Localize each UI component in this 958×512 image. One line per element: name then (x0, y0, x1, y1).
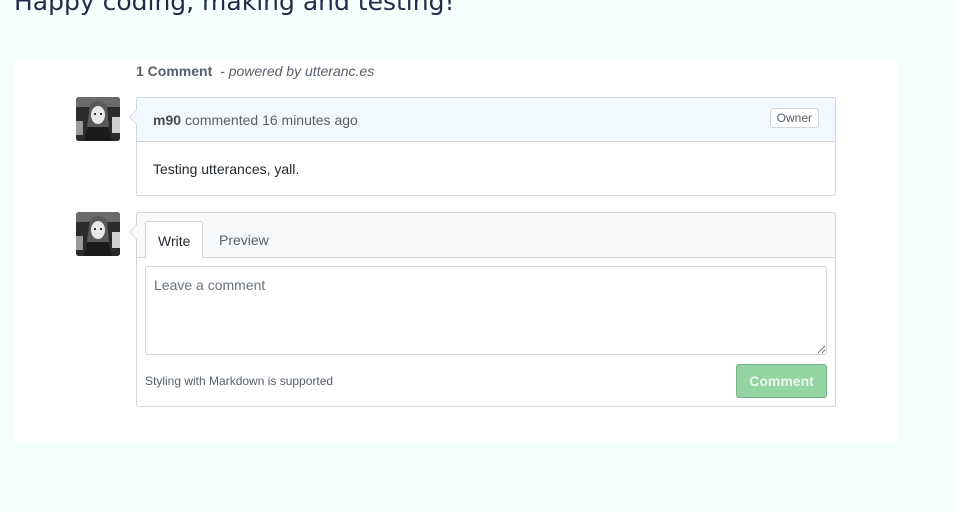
commenter-avatar[interactable] (76, 97, 120, 141)
compose-tabs: Write Preview (137, 213, 835, 259)
tab-preview[interactable]: Preview (207, 221, 281, 257)
comment-header: m90 commented 16 minutes ago Owner (137, 98, 835, 142)
separator: - (220, 63, 225, 79)
comment-body: Testing utterances, yall. (153, 161, 300, 177)
comment-count-label: 1 Comment (136, 63, 213, 79)
comment-card: m90 commented 16 minutes ago Owner Testin… (129, 97, 836, 196)
comment-meta: m90 commented 16 minutes ago (153, 112, 358, 128)
markdown-support-note: Styling with Markdown is supported (145, 374, 334, 388)
owner-badge: Owner (769, 108, 819, 128)
avatar-image (76, 212, 120, 256)
tab-write[interactable]: Write (145, 221, 204, 259)
comments-widget: 1 Comment - powered by utteranc.es m90 co… (14, 60, 898, 442)
comment-textarea[interactable] (145, 266, 827, 355)
page-title: Happy coding, making and testing! (14, 0, 455, 16)
powered-by-link[interactable]: powered by utteranc.es (229, 63, 375, 79)
comment-count: 1 Comment - powered by utteranc.es (136, 63, 374, 79)
comment-compose-form: Write Preview Styling with Markdown is s… (129, 212, 836, 407)
comment-submit-button[interactable]: Comment (736, 364, 827, 398)
comment-author-link[interactable]: m90 (153, 112, 181, 128)
comment-timestamp[interactable]: commented 16 minutes ago (185, 112, 358, 128)
current-user-avatar[interactable] (76, 212, 120, 256)
avatar-image (76, 97, 120, 141)
